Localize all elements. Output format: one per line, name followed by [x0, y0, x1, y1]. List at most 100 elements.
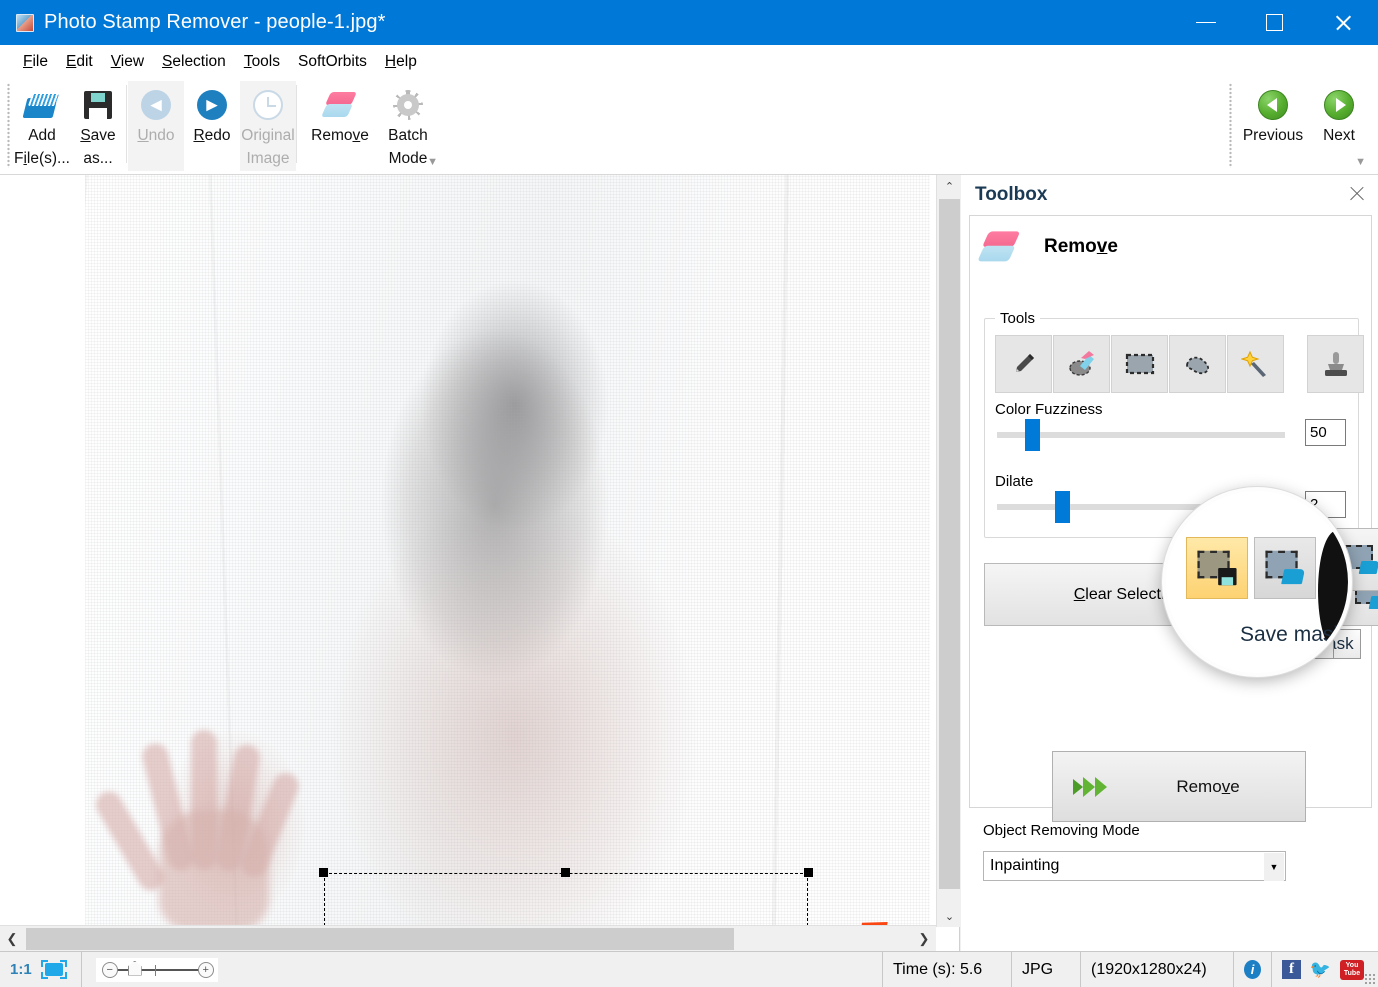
youtube-icon[interactable]: You Tube — [1340, 959, 1364, 980]
chevron-down-icon[interactable]: ▼ — [1264, 853, 1284, 881]
add-files-button[interactable]: Add File(s)... — [14, 81, 70, 171]
image-canvas[interactable]: Censored — [0, 175, 960, 951]
color-fuzziness-value[interactable]: 50 — [1305, 419, 1346, 446]
info-cell[interactable]: i — [1234, 952, 1271, 987]
clone-stamp-tool-button[interactable] — [1307, 335, 1364, 393]
magnified-load-mask-button[interactable] — [1254, 537, 1316, 599]
next-label: Next — [1323, 127, 1355, 144]
horizontal-scroll-thumb[interactable] — [26, 928, 734, 950]
social-links-cell: f 🐦 You Tube — [1272, 952, 1378, 987]
color-fuzziness-label: Color Fuzziness — [995, 401, 1103, 418]
color-fuzziness-slider[interactable] — [997, 419, 1285, 451]
eraser-icon — [977, 231, 1021, 262]
silhouette-hand — [91, 690, 305, 930]
redo-button[interactable]: ► Redo — [184, 81, 240, 171]
original-image-button[interactable]: Original Image — [240, 81, 296, 171]
rectangle-select-tool-button[interactable] — [1111, 335, 1168, 393]
remove-action-label: Remove — [1176, 776, 1240, 796]
selection-handle-top-right[interactable] — [804, 868, 813, 877]
menu-help[interactable]: Help — [376, 50, 426, 74]
dilate-label: Dilate — [995, 473, 1034, 490]
application-window: Photo Stamp Remover - people-1.jpg* FFil… — [0, 0, 1378, 987]
color-fuzziness-thumb[interactable] — [1025, 419, 1040, 451]
twitter-icon[interactable]: 🐦 — [1310, 960, 1331, 979]
zoom-slider-thumb[interactable] — [127, 960, 142, 976]
menu-selection[interactable]: Selection — [153, 50, 235, 74]
previous-button[interactable]: Previous — [1240, 81, 1306, 171]
selection-handle-top-center[interactable] — [561, 868, 570, 877]
eraser-brush-tool-button[interactable] — [1053, 335, 1110, 393]
scroll-down-button[interactable]: ⌄ — [937, 905, 962, 927]
remove-toolbar-label: Remove — [311, 127, 369, 144]
nav-overflow-icon[interactable]: ▼ — [1355, 156, 1366, 168]
object-removing-mode-value: Inpainting — [990, 857, 1060, 874]
tools-row — [995, 335, 1285, 393]
floppy-disk-icon — [84, 87, 112, 123]
toolbox-header: Toolbox — [961, 175, 1378, 215]
zoom-slider[interactable]: − + — [95, 957, 218, 982]
toolbar-nav-grip[interactable] — [1229, 83, 1232, 168]
close-icon — [1334, 13, 1353, 32]
toolbar-history-group: ◄ Undo ► Redo Original Image — [128, 81, 297, 171]
undo-button[interactable]: ◄ Undo — [128, 81, 184, 171]
image-dimensions-cell: (1920x1280x24) — [1081, 952, 1233, 987]
maximize-button[interactable] — [1240, 0, 1309, 45]
scroll-right-button[interactable]: ❯ — [912, 926, 936, 952]
info-icon[interactable]: i — [1244, 960, 1261, 979]
gear-icon — [393, 87, 423, 123]
toolbar-grip[interactable] — [7, 83, 10, 168]
open-folder-icon — [22, 87, 60, 123]
zoom-ratio-label[interactable]: 1:1 — [0, 961, 32, 978]
undo-arrow-icon: ◄ — [141, 87, 171, 123]
vertical-scroll-thumb[interactable] — [939, 199, 960, 889]
lasso-select-tool-button[interactable] — [1169, 335, 1226, 393]
processing-time-label: Time (s): 5.6 — [893, 960, 983, 978]
save-as-label-2: as... — [83, 150, 113, 167]
canvas-vertical-scrollbar[interactable]: ⌃ ⌄ — [936, 175, 961, 927]
canvas-horizontal-scrollbar[interactable]: ❮ ❯ — [0, 925, 936, 951]
fit-to-screen-icon[interactable] — [40, 960, 67, 979]
magnified-tooltip-text: Save mask — [1240, 623, 1344, 646]
toolbox-close-icon[interactable] — [1348, 185, 1366, 203]
rectangle-marquee-icon — [1125, 353, 1154, 375]
youtube-line-2: Tube — [1343, 969, 1361, 977]
menu-tools[interactable]: Tools — [235, 50, 289, 74]
magnifier-content: Save mask — [1166, 491, 1348, 673]
remove-action-button[interactable]: Remove — [1052, 751, 1306, 822]
toolbox-title: Toolbox — [975, 184, 1048, 205]
menu-file[interactable]: FFileile — [14, 50, 57, 74]
scroll-up-button[interactable]: ⌃ — [937, 175, 962, 197]
close-button[interactable] — [1309, 0, 1378, 45]
green-right-arrow-icon — [1324, 87, 1354, 123]
magic-wand-icon — [1240, 350, 1266, 377]
add-files-label-2: File(s)... — [14, 150, 70, 167]
menu-edit[interactable]: Edit — [57, 50, 102, 74]
pencil-tool-button[interactable] — [995, 335, 1052, 393]
stamp-icon — [1324, 352, 1347, 376]
minimize-button[interactable] — [1171, 0, 1240, 45]
menu-view[interactable]: View — [102, 50, 153, 74]
eraser-icon — [321, 87, 357, 123]
dilate-thumb[interactable] — [1055, 491, 1070, 523]
magnified-save-mask-button[interactable] — [1186, 537, 1248, 599]
green-double-arrow-icon — [1071, 773, 1111, 801]
main-toolbar: Add File(s)... Save as... ◄ Undo ► Redo … — [0, 79, 1378, 175]
undo-label: Undo — [137, 127, 175, 144]
magic-wand-tool-button[interactable] — [1227, 335, 1284, 393]
app-icon — [16, 13, 34, 32]
toolbar-file-group: Add File(s)... Save as... — [14, 81, 127, 171]
resize-grip[interactable] — [1364, 973, 1376, 985]
toolbar-overflow-icon[interactable]: ▼ — [427, 156, 438, 168]
photo-image — [85, 175, 930, 930]
selection-handle-top-left[interactable] — [319, 868, 328, 877]
zoom-out-button[interactable]: − — [101, 961, 118, 978]
remove-toolbar-button[interactable]: Remove — [305, 81, 375, 171]
menu-softorbits[interactable]: SoftOrbits — [289, 50, 376, 74]
object-removing-mode-select[interactable]: Inpainting ▼ — [983, 851, 1286, 881]
image-dimensions-label: (1920x1280x24) — [1091, 960, 1207, 978]
scroll-left-button[interactable]: ❮ — [0, 926, 24, 952]
save-as-button[interactable]: Save as... — [70, 81, 126, 171]
facebook-icon[interactable]: f — [1282, 960, 1301, 979]
zoom-slider-tick — [154, 964, 157, 976]
zoom-in-button[interactable]: + — [197, 961, 214, 978]
